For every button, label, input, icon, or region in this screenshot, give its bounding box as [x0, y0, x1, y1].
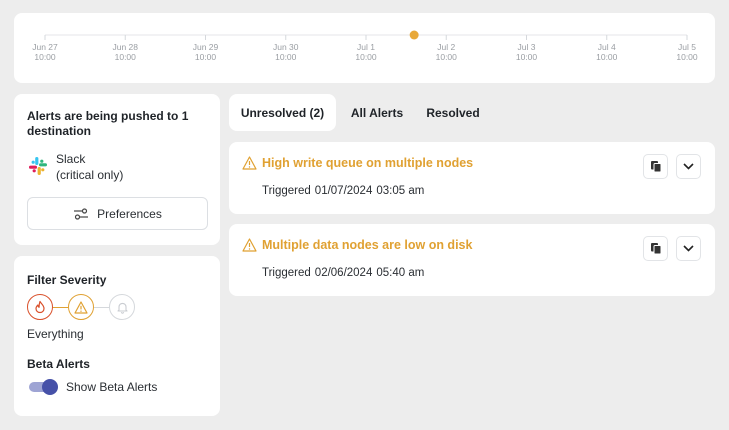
- alert-title[interactable]: High write queue on multiple nodes: [262, 156, 473, 170]
- alert-triggered: Triggered 02/06/2024 05:40 am: [262, 267, 428, 279]
- triggered-time: 05:40 am: [376, 267, 425, 279]
- timeline-tick-time: 10:00: [195, 52, 217, 62]
- chevron-down-icon: [683, 163, 694, 170]
- timeline-tick-date: Jun 27: [32, 42, 58, 52]
- timeline-tick-time: 10:00: [355, 52, 377, 62]
- slack-scope: (critical only): [56, 167, 124, 182]
- alert-card[interactable]: Multiple data nodes are low on disk Trig…: [229, 224, 715, 296]
- timeline-tick-date: Jul 4: [598, 42, 616, 52]
- warning-icon: [74, 300, 88, 314]
- triggered-date: 01/07/2024: [314, 185, 373, 197]
- severity-warning-toggle[interactable]: [68, 294, 94, 320]
- copy-icon: [650, 243, 661, 255]
- destination-title: Alerts are being pushed to 1 destination: [27, 109, 189, 138]
- timeline-tick-date: Jun 28: [112, 42, 138, 52]
- timeline-tick-date: Jun 30: [273, 42, 299, 52]
- timeline-tick-time: 10:00: [115, 52, 137, 62]
- preferences-label: Preferences: [97, 206, 162, 221]
- copy-icon: [650, 161, 661, 173]
- alert-triggered: Triggered 01/07/2024 03:05 am: [262, 185, 428, 197]
- timeline-tick-date: Jul 5: [678, 42, 696, 52]
- severity-filter: [27, 294, 137, 320]
- timeline-event-marker[interactable]: [409, 30, 419, 40]
- severity-info-toggle[interactable]: [109, 294, 135, 320]
- triggered-label: Triggered: [262, 267, 311, 279]
- timeline-tick-time: 10:00: [275, 52, 297, 62]
- timeline-tick-time: 10:00: [516, 52, 538, 62]
- alert-card[interactable]: High write queue on multiple nodes Trigg…: [229, 142, 715, 214]
- beta-alerts-toggle[interactable]: [29, 379, 59, 395]
- toggle-knob: [42, 379, 58, 395]
- slack-name: Slack: [56, 152, 86, 166]
- slack-destination: Slack (critical only): [56, 152, 123, 183]
- alert-timeline[interactable]: Jun 27 10:00 Jun 28 10:00 Jun 29 10:00 Jun 30 1…: [14, 13, 715, 83]
- triggered-time: 03:05 am: [376, 185, 425, 197]
- beta-alerts-label: Show Beta Alerts: [66, 380, 158, 394]
- warning-icon: [242, 156, 257, 170]
- timeline-tick-date: Jun 29: [193, 42, 219, 52]
- copy-button[interactable]: [643, 154, 668, 179]
- tab-unresolved[interactable]: Unresolved (2): [229, 94, 336, 131]
- severity-selection-label: Everything: [27, 327, 84, 341]
- timeline-tick-time: 10:00: [676, 52, 698, 62]
- timeline-tick-date: Jul 2: [437, 42, 455, 52]
- copy-button[interactable]: [643, 236, 668, 261]
- preferences-button[interactable]: Preferences: [27, 197, 208, 230]
- sliders-icon: [74, 207, 89, 220]
- timeline-chart: Jun 2710:00Jun 2810:00Jun 2910:00Jun 301…: [32, 30, 698, 62]
- triggered-label: Triggered: [262, 185, 311, 197]
- tab-all-alerts[interactable]: All Alerts: [342, 94, 412, 131]
- timeline-tick-time: 10:00: [436, 52, 458, 62]
- triggered-date: 02/06/2024: [314, 267, 373, 279]
- timeline-tick-time: 10:00: [34, 52, 56, 62]
- timeline-tick-date: Jul 3: [518, 42, 536, 52]
- warning-icon: [242, 238, 257, 252]
- tab-resolved[interactable]: Resolved: [420, 94, 486, 131]
- beta-alerts-title: Beta Alerts: [27, 357, 90, 371]
- severity-connector: [51, 306, 68, 308]
- flame-icon: [35, 300, 45, 314]
- severity-critical-toggle[interactable]: [27, 294, 53, 320]
- timeline-tick-time: 10:00: [596, 52, 618, 62]
- expand-button[interactable]: [676, 154, 701, 179]
- severity-connector: [92, 306, 109, 308]
- bell-icon: [116, 302, 128, 314]
- expand-button[interactable]: [676, 236, 701, 261]
- timeline-tick-date: Jul 1: [357, 42, 375, 52]
- chevron-down-icon: [683, 245, 694, 252]
- filter-severity-title: Filter Severity: [27, 273, 107, 287]
- destination-card: Alerts are being pushed to 1 destination…: [14, 94, 220, 245]
- slack-icon: [29, 157, 47, 175]
- filter-card: Filter Severity Everything Beta Alerts S…: [14, 256, 220, 416]
- alert-title[interactable]: Multiple data nodes are low on disk: [262, 238, 472, 252]
